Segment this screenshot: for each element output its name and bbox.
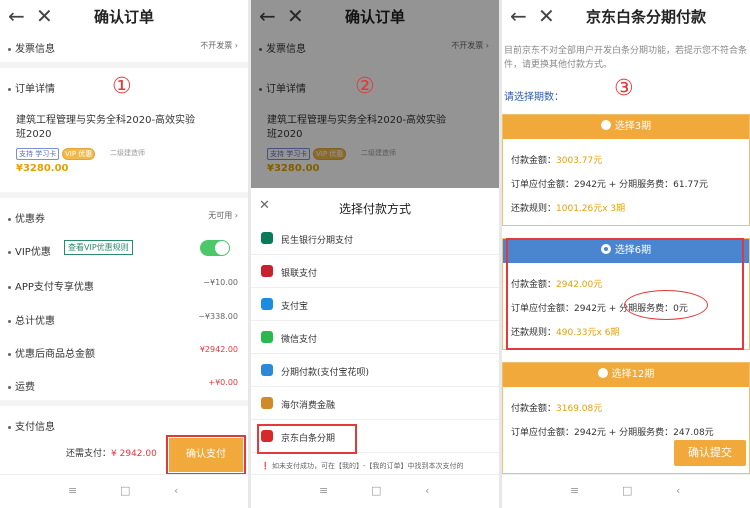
highlight-ellipse <box>624 290 708 320</box>
payment-method-label: 支付宝 <box>281 302 309 312</box>
payment-method-icon <box>261 265 273 277</box>
vip-toggle[interactable] <box>200 240 230 256</box>
vip-rule-button[interactable]: 查看VIP优惠规则 <box>64 240 133 255</box>
payment-method-item[interactable]: 微信支付 <box>251 321 499 354</box>
payment-method-icon <box>261 232 273 244</box>
overlay-dim[interactable] <box>251 0 499 188</box>
back-icon[interactable]: ‹ <box>174 484 178 497</box>
menu-icon[interactable]: ≡ <box>68 484 77 497</box>
payment-method-screen: ← ✕ 确认订单 发票信息 不开发票 › 订单详情 建筑工程管理与实务全科202… <box>251 0 499 508</box>
system-nav-bar: ≡ □ ‹ <box>0 474 248 508</box>
installment-plan[interactable]: 选择3期付款金额：3003.77元订单应付金额：2942元 + 分期服务费：61… <box>502 114 750 226</box>
highlight-box <box>506 238 744 350</box>
plan-header[interactable]: 选择3期 <box>503 115 749 139</box>
info-text: 目前京东不对全部用户开发白条分期功能，若提示您不符合条件，请更换其他付款方式。 <box>504 46 748 70</box>
radio-icon <box>597 368 608 378</box>
coupon-row[interactable]: 优惠券 无可用 › <box>8 210 240 225</box>
plan-order: 订单应付金额：2942元 + 分期服务费：61.77元 <box>511 180 708 190</box>
home-icon[interactable]: □ <box>120 484 130 497</box>
choose-label: 请选择期数： <box>504 92 564 103</box>
payment-method-item[interactable]: 支付宝 <box>251 288 499 321</box>
product-name: 建筑工程管理与实务全科2020-高效实验班2020 <box>16 115 196 140</box>
plan-rule: 还款规则：1001.26元x 3期 <box>511 204 626 214</box>
invoice-row[interactable]: 发票信息 不开发票 › <box>8 40 240 55</box>
payment-method-icon <box>261 331 273 343</box>
plan-header[interactable]: 选择12期 <box>503 363 749 387</box>
step-marker: ① <box>112 74 132 99</box>
payinfo-row: 支付信息 <box>8 418 240 433</box>
page-title: 京东白条分期付款 <box>585 8 706 26</box>
header: ← ✕ 京东白条分期付款 <box>502 0 750 32</box>
radio-icon <box>600 120 611 130</box>
tag-vip: VIP 优惠 <box>62 148 96 160</box>
payment-method-icon <box>261 397 273 409</box>
system-nav-bar: ≡ □ ‹ <box>502 474 750 508</box>
back-icon[interactable]: ‹ <box>425 484 429 497</box>
app-discount-row: APP支付专享优惠 −¥10.00 <box>8 278 240 293</box>
plan-order: 订单应付金额：2942元 + 分期服务费：247.08元 <box>511 428 714 438</box>
due-amount: 还需支付：¥ 2942.00 <box>66 449 157 459</box>
sheet-title: 选择付款方式 <box>338 202 411 216</box>
installment-screen: ← ✕ 京东白条分期付款 目前京东不对全部用户开发白条分期功能，若提示您不符合条… <box>502 0 750 508</box>
tag-support: 支持 学习卡 <box>16 148 60 160</box>
header: ← ✕ 确认订单 <box>0 0 248 32</box>
menu-icon[interactable]: ≡ <box>319 484 328 497</box>
payment-method-icon <box>261 364 273 376</box>
payment-method-item[interactable]: 分期付款(支付宝花呗) <box>251 354 499 387</box>
shipping-row: 运费 +¥0.00 <box>8 378 240 393</box>
product-price: ¥3280.00 <box>16 163 69 174</box>
back-icon[interactable]: ‹ <box>676 484 680 497</box>
payment-method-label: 银联支付 <box>281 269 318 279</box>
payment-method-label: 民生银行分期支付 <box>281 236 354 246</box>
payment-method-item[interactable]: 海尔消费金融 <box>251 387 499 420</box>
payment-method-icon <box>261 298 273 310</box>
home-icon[interactable]: □ <box>371 484 381 497</box>
payment-note: ❗ 如未支付成功，可在【我的】-【我的订单】中找到本次支付的 <box>261 462 464 470</box>
tag-level: 二级建造师 <box>110 149 145 157</box>
back-arrow-icon[interactable]: ← <box>510 4 527 28</box>
submit-button[interactable]: 确认提交 <box>674 440 746 466</box>
menu-icon[interactable]: ≡ <box>570 484 579 497</box>
home-icon[interactable]: □ <box>622 484 632 497</box>
page-title: 确认订单 <box>93 8 154 26</box>
payment-method-label: 微信支付 <box>281 335 318 345</box>
step-marker: ② <box>355 74 375 99</box>
payment-method-item[interactable]: 民生银行分期支付 <box>251 222 499 255</box>
after-discount-row: 优惠后商品总金额 ¥2942.00 <box>8 345 240 360</box>
plan-amount: 付款金额：3169.08元 <box>511 404 603 414</box>
highlight-box <box>257 424 357 454</box>
total-discount-row: 总计优惠 −¥338.00 <box>8 312 240 327</box>
confirm-pay-button[interactable]: 确认支付 <box>166 435 246 475</box>
payment-method-label: 分期付款(支付宝花呗) <box>281 368 370 378</box>
payment-method-item[interactable]: 银联支付 <box>251 255 499 288</box>
step-marker: ③ <box>614 76 634 101</box>
plan-amount: 付款金额：3003.77元 <box>511 156 603 166</box>
payment-method-label: 海尔消费金融 <box>281 401 336 411</box>
system-nav-bar: ≡ □ ‹ <box>251 474 499 508</box>
order-screen: ← ✕ 确认订单 发票信息 不开发票 › 订单详情 ① 建筑工程管理与实务全科2… <box>0 0 248 508</box>
